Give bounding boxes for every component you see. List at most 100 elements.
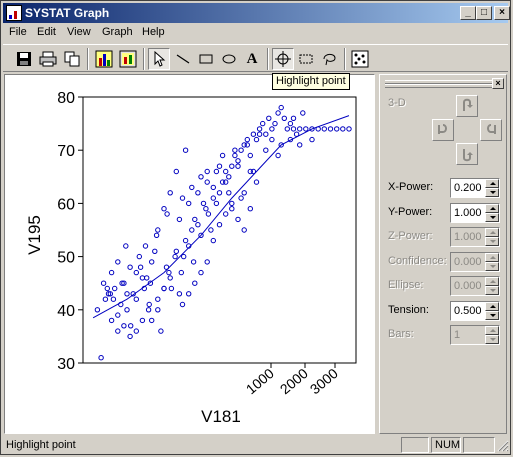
data-point[interactable] [124, 307, 130, 313]
data-point[interactable] [269, 126, 275, 132]
spin-field-value[interactable]: 1.000 [454, 207, 482, 219]
data-point[interactable] [137, 264, 144, 270]
data-point[interactable] [219, 152, 226, 159]
data-point[interactable] [205, 211, 212, 217]
data-point[interactable] [281, 115, 287, 121]
menu-graph[interactable]: Graph [102, 26, 133, 38]
data-point[interactable] [278, 104, 284, 111]
data-point[interactable] [142, 243, 149, 249]
chart-properties-icon[interactable] [117, 48, 139, 70]
data-point[interactable] [232, 147, 238, 153]
data-point[interactable] [204, 168, 210, 175]
data-point[interactable] [166, 269, 172, 276]
spinner[interactable] [485, 204, 499, 222]
spinner[interactable] [485, 302, 499, 320]
data-point[interactable] [263, 147, 269, 153]
data-point[interactable] [229, 163, 235, 169]
highlight-point-icon[interactable] [272, 48, 294, 70]
data-point[interactable] [186, 200, 192, 207]
data-point[interactable] [198, 269, 204, 276]
data-point[interactable] [155, 307, 161, 313]
menu-file[interactable]: File [9, 26, 27, 38]
data-point[interactable] [200, 200, 207, 207]
data-point[interactable] [263, 131, 269, 137]
scatter-plot[interactable]: 30 40 50 60 70 80 1000 20003000 V181 V195 [5, 75, 374, 433]
spin-up-icon[interactable] [485, 302, 499, 311]
panel-grip[interactable] [385, 84, 493, 88]
data-point[interactable] [146, 301, 152, 308]
lasso-icon[interactable] [318, 48, 340, 70]
data-point[interactable] [203, 206, 209, 212]
data-point[interactable] [216, 163, 223, 169]
data-point[interactable] [127, 333, 133, 340]
data-point[interactable] [229, 206, 235, 212]
data-point[interactable] [260, 120, 266, 127]
spin-down-icon[interactable] [485, 188, 499, 197]
data-point[interactable] [112, 285, 118, 292]
data-point[interactable] [161, 206, 167, 212]
minimize-button[interactable]: _ [460, 6, 476, 20]
data-point[interactable] [226, 174, 232, 180]
spin-up-icon[interactable] [485, 179, 499, 188]
data-point[interactable] [102, 296, 109, 302]
spin-field[interactable]: 1.000 [450, 203, 500, 223]
data-point[interactable] [178, 269, 185, 276]
data-point[interactable] [210, 184, 217, 191]
data-point[interactable] [208, 227, 214, 233]
data-point[interactable] [256, 126, 263, 132]
data-point[interactable] [127, 264, 133, 270]
data-point[interactable] [247, 206, 254, 212]
copy-icon[interactable] [61, 48, 83, 70]
data-point[interactable] [253, 136, 260, 143]
spinner[interactable] [485, 179, 499, 197]
data-point[interactable] [216, 222, 223, 228]
data-point[interactable] [190, 259, 197, 265]
data-point[interactable] [167, 190, 173, 196]
data-point[interactable] [297, 126, 303, 132]
data-point[interactable] [176, 291, 183, 297]
line-icon[interactable] [172, 48, 194, 70]
data-point[interactable] [186, 291, 192, 297]
data-point[interactable] [272, 120, 278, 127]
select-rect-icon[interactable] [295, 48, 317, 70]
data-point[interactable] [139, 317, 146, 324]
data-point[interactable] [98, 355, 104, 361]
data-point[interactable] [253, 179, 260, 185]
data-point[interactable] [297, 142, 303, 148]
data-point[interactable] [340, 126, 346, 132]
close-button[interactable]: × [494, 6, 510, 20]
rotate-down-button[interactable] [456, 143, 478, 165]
data-point[interactable] [226, 190, 232, 196]
data-point[interactable] [198, 174, 204, 180]
data-point[interactable] [223, 168, 229, 175]
data-point[interactable] [346, 126, 352, 132]
data-point[interactable] [149, 259, 155, 265]
data-point[interactable] [173, 248, 180, 255]
spin-field-value[interactable]: 0.500 [454, 305, 482, 317]
data-point[interactable] [223, 179, 229, 185]
menu-help[interactable]: Help [142, 26, 165, 38]
pointer-icon[interactable] [148, 48, 170, 70]
data-point[interactable] [136, 253, 143, 260]
data-point[interactable] [164, 211, 170, 217]
data-point[interactable] [223, 211, 229, 217]
data-point[interactable] [229, 200, 235, 207]
data-point[interactable] [287, 120, 294, 127]
data-point[interactable] [210, 195, 217, 201]
data-point[interactable] [123, 243, 129, 249]
data-point[interactable] [179, 195, 186, 201]
ellipse-icon[interactable] [218, 48, 240, 70]
spin-down-icon[interactable] [485, 213, 499, 222]
resize-grip-icon[interactable] [497, 440, 509, 452]
data-point[interactable] [182, 237, 189, 244]
data-point[interactable] [204, 179, 210, 185]
data-point[interactable] [204, 259, 210, 265]
data-point[interactable] [195, 222, 201, 228]
text-tool-icon[interactable]: A [241, 48, 263, 70]
data-point[interactable] [133, 296, 140, 302]
data-point[interactable] [238, 147, 244, 153]
data-point[interactable] [115, 312, 121, 318]
rectangle-icon[interactable] [195, 48, 217, 70]
data-point[interactable] [128, 323, 134, 329]
data-point[interactable] [176, 216, 183, 223]
